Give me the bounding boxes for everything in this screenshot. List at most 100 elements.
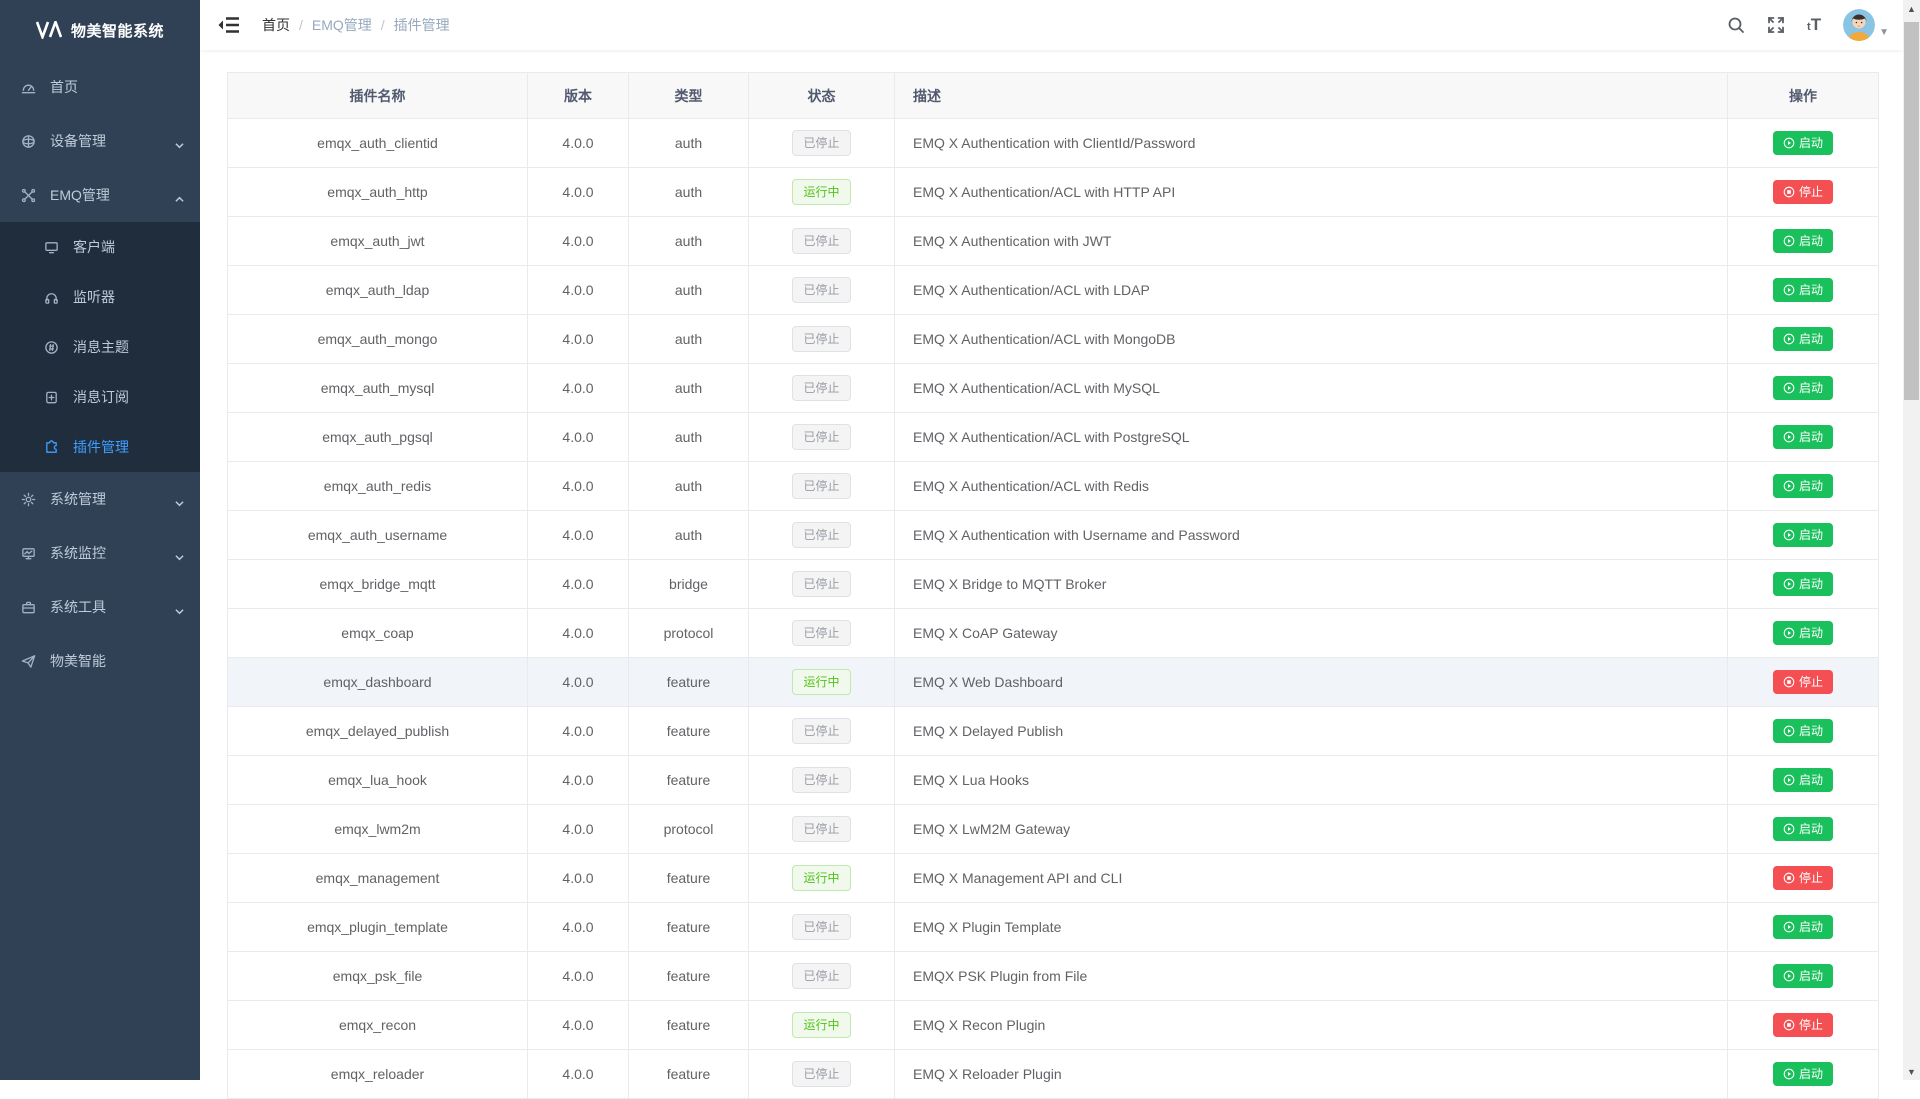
plugin-desc-cell: EMQ X Authentication with Username and P… (895, 511, 1728, 560)
play-circle-icon (1783, 823, 1795, 835)
play-circle-icon (1783, 480, 1795, 492)
table-row: emqx_auth_mongo4.0.0auth已停止EMQ X Authent… (228, 315, 1879, 364)
font-size-icon[interactable]: tT (1807, 16, 1821, 34)
plugin-type-cell: protocol (629, 805, 749, 854)
plugin-action-cell: 停止 (1728, 168, 1879, 217)
logo-icon (36, 21, 62, 39)
scroll-down-icon[interactable]: ▼ (1903, 1063, 1920, 1080)
status-badge: 已停止 (792, 718, 850, 744)
plugin-desc-cell: EMQ X Plugin Template (895, 903, 1728, 952)
start-button[interactable]: 启动 (1773, 425, 1833, 449)
plugin-type-cell: auth (629, 364, 749, 413)
plugin-action-cell: 启动 (1728, 707, 1879, 756)
plugin-type-cell: feature (629, 854, 749, 903)
sidebar-item-system-tools[interactable]: 系统工具 (0, 580, 200, 634)
plugin-name-cell: emqx_psk_file (228, 952, 528, 1001)
start-button[interactable]: 启动 (1773, 768, 1833, 792)
start-button[interactable]: 启动 (1773, 229, 1833, 253)
start-button[interactable]: 启动 (1773, 915, 1833, 939)
plugin-status-cell: 已停止 (749, 952, 895, 1001)
play-circle-icon (1783, 235, 1795, 247)
stop-button[interactable]: 停止 (1773, 1013, 1833, 1037)
table-row: emqx_auth_http4.0.0auth运行中EMQ X Authenti… (228, 168, 1879, 217)
plugin-action-cell: 启动 (1728, 462, 1879, 511)
status-badge: 已停止 (792, 326, 850, 352)
plugin-version-cell: 4.0.0 (528, 413, 629, 462)
start-button[interactable]: 启动 (1773, 1062, 1833, 1086)
start-button[interactable]: 启动 (1773, 523, 1833, 547)
table-row: emqx_auth_clientid4.0.0auth已停止EMQ X Auth… (228, 119, 1879, 168)
sidebar-item-devices[interactable]: 设备管理 (0, 114, 200, 168)
plugin-version-cell: 4.0.0 (528, 756, 629, 805)
stop-circle-icon (1783, 676, 1795, 688)
emq-nodes-icon (20, 187, 36, 203)
plugin-status-cell: 已停止 (749, 315, 895, 364)
sidebar-item-emq[interactable]: EMQ管理 (0, 168, 200, 222)
fullscreen-icon[interactable] (1767, 16, 1785, 34)
plugin-type-cell: auth (629, 217, 749, 266)
plugin-version-cell: 4.0.0 (528, 952, 629, 1001)
status-badge: 已停止 (792, 424, 850, 450)
plugin-action-cell: 停止 (1728, 854, 1879, 903)
status-badge: 已停止 (792, 522, 850, 548)
play-circle-icon (1783, 333, 1795, 345)
plugin-type-cell: feature (629, 1001, 749, 1050)
scroll-up-icon[interactable]: ▲ (1903, 0, 1920, 17)
start-button[interactable]: 启动 (1773, 964, 1833, 988)
plugin-type-cell: feature (629, 952, 749, 1001)
plugin-type-cell: auth (629, 462, 749, 511)
start-button[interactable]: 启动 (1773, 131, 1833, 155)
sidebar-item-system-monitor[interactable]: 系统监控 (0, 526, 200, 580)
plugin-name-cell: emqx_auth_pgsql (228, 413, 528, 462)
plugin-status-cell: 已停止 (749, 217, 895, 266)
plugin-desc-cell: EMQ X Delayed Publish (895, 707, 1728, 756)
plugin-action-cell: 启动 (1728, 364, 1879, 413)
start-button[interactable]: 启动 (1773, 327, 1833, 351)
start-button[interactable]: 启动 (1773, 621, 1833, 645)
sidebar-item-clients[interactable]: 客户端 (0, 222, 200, 272)
plugin-name-cell: emqx_lwm2m (228, 805, 528, 854)
plugin-name-cell: emqx_auth_ldap (228, 266, 528, 315)
plugin-action-cell: 停止 (1728, 1001, 1879, 1050)
sidebar-collapse-icon[interactable] (218, 16, 240, 34)
main-area: 首页 / EMQ管理 / 插件管理 tT (200, 0, 1903, 1080)
listener-icon (43, 289, 59, 305)
sidebar-item-listeners[interactable]: 监听器 (0, 272, 200, 322)
user-menu[interactable]: ▼ (1843, 9, 1889, 41)
start-button[interactable]: 启动 (1773, 817, 1833, 841)
plugin-desc-cell: EMQ X LwM2M Gateway (895, 805, 1728, 854)
stop-circle-icon (1783, 872, 1795, 884)
status-badge: 已停止 (792, 767, 850, 793)
start-button[interactable]: 启动 (1773, 474, 1833, 498)
start-button[interactable]: 启动 (1773, 572, 1833, 596)
sidebar-item-subscriptions[interactable]: 消息订阅 (0, 372, 200, 422)
sidebar-item-system-mgmt[interactable]: 系统管理 (0, 472, 200, 526)
plugin-type-cell: feature (629, 707, 749, 756)
plugin-type-cell: auth (629, 168, 749, 217)
subscribe-icon (43, 389, 59, 405)
plugin-action-cell: 启动 (1728, 1050, 1879, 1099)
scrollbar-thumb[interactable] (1904, 22, 1919, 400)
vertical-scrollbar[interactable]: ▲ ▼ (1903, 0, 1920, 1080)
stop-button[interactable]: 停止 (1773, 180, 1833, 204)
plugin-name-cell: emqx_lua_hook (228, 756, 528, 805)
stop-button[interactable]: 停止 (1773, 670, 1833, 694)
plugin-action-cell: 停止 (1728, 658, 1879, 707)
search-icon[interactable] (1727, 16, 1745, 34)
start-button[interactable]: 启动 (1773, 376, 1833, 400)
stop-button[interactable]: 停止 (1773, 866, 1833, 890)
sidebar-item-label: 消息订阅 (73, 387, 129, 407)
column-header-action: 操作 (1728, 73, 1879, 119)
sidebar-item-wumei[interactable]: 物美智能 (0, 634, 200, 688)
sidebar-item-label: 首页 (50, 77, 78, 97)
plugin-version-cell: 4.0.0 (528, 609, 629, 658)
start-button[interactable]: 启动 (1773, 278, 1833, 302)
sidebar-item-topics[interactable]: 消息主题 (0, 322, 200, 372)
start-button[interactable]: 启动 (1773, 719, 1833, 743)
breadcrumb-home[interactable]: 首页 (262, 15, 290, 35)
plugin-name-cell: emqx_auth_http (228, 168, 528, 217)
sidebar-item-plugins[interactable]: 插件管理 (0, 422, 200, 472)
sidebar-item-home[interactable]: 首页 (0, 60, 200, 114)
plugin-type-cell: auth (629, 413, 749, 462)
avatar[interactable] (1843, 9, 1875, 41)
